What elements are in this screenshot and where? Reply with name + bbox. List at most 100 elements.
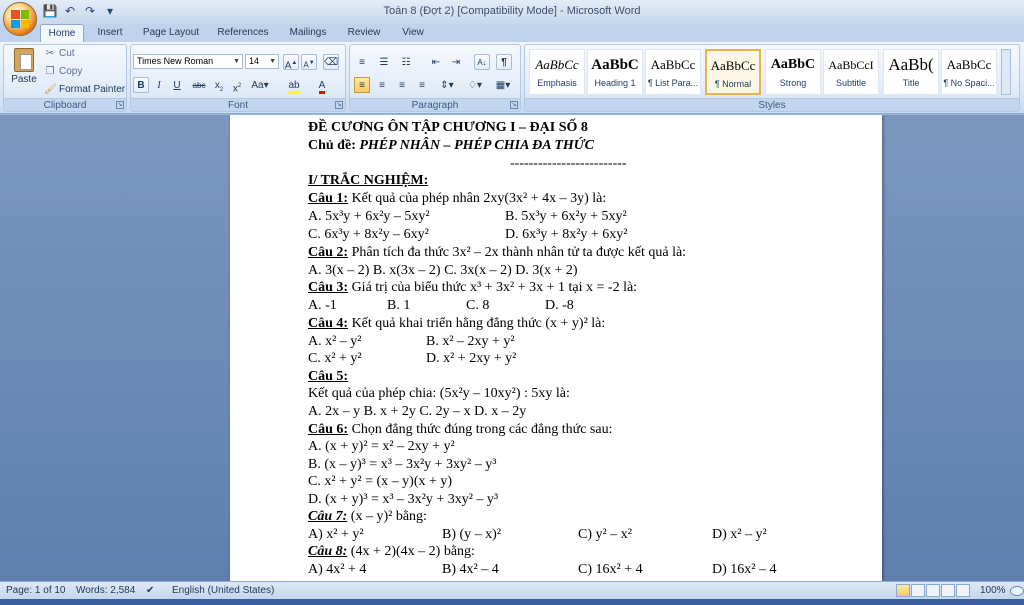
style-emphasis[interactable]: AaBbCc Emphasis [529,49,585,95]
styles-group-label: Styles [525,98,1019,111]
style-heading-1[interactable]: AaBbC Heading 1 [587,49,643,95]
style-no-spacing[interactable]: AaBbCc ¶ No Spaci... [941,49,997,95]
draft-icon[interactable] [956,584,970,597]
italic-button[interactable]: I [151,77,167,93]
title-bar: 💾 ↶ ↷ ▾ Toán 8 (Đợt 2) [Compatibility Mo… [0,0,1024,24]
font-launcher-icon[interactable]: ↘ [335,101,343,109]
paste-button[interactable]: Paste [10,48,38,96]
document-page[interactable]: ĐỀ CƯƠNG ÔN TẬP CHƯƠNG I – ĐẠI SỐ 8 Chủ … [230,115,882,581]
style-sample: AaBbCc [535,57,579,72]
style-name: ¶ No Spaci... [943,78,995,88]
status-bar: Page: 1 of 10 Words: 2,584 ✔ English (Un… [0,581,1024,599]
style-name: Strong [779,78,807,88]
styles-gallery-scroll[interactable] [1001,49,1011,95]
font-family-value: Times New Roman [137,56,214,66]
sort-icon[interactable]: A↓ [474,54,490,70]
tab-references[interactable]: References [212,24,274,42]
q5-options: A. 2x – y B. x + 2y C. 2y – x D. x – 2y [308,404,527,419]
font-family-dropdown[interactable]: Times New Roman ▼ [133,54,243,69]
highlighter-icon: ab [288,80,300,94]
superscript-button[interactable]: x2 [229,77,245,94]
tab-review[interactable]: Review [342,24,386,42]
decrease-indent-icon[interactable]: ⇤ [428,54,444,70]
question-text: Phân tích đa thức 3x² – 2x thành nhân tử… [348,245,687,260]
q6-option-a: A. (x + y)² = x² – 2xy + y² [308,439,455,454]
page-count[interactable]: Page: 1 of 10 [6,585,66,596]
style-subtitle[interactable]: AaBbCcI Subtitle [823,49,879,95]
proofing-icon[interactable]: ✔ [146,585,154,596]
paste-label: Paste [11,74,37,85]
print-layout-icon[interactable] [896,584,910,597]
style-sample: AaBbCc [946,57,992,72]
question-label: Câu 2: [308,245,349,260]
question-7: Câu 7: (x – y)² bằng: [308,508,427,525]
answer-option: B. 1 [387,298,411,313]
multilevel-list-icon[interactable]: ☷ [398,54,414,70]
subscript-button[interactable]: x2 [211,77,227,93]
question-text: Kết quả của phép nhân 2xy(3x² + 4x – 3y)… [348,191,607,206]
q6-option-d: D. (x + y)³ = x³ – 3x²y + 3xy² – y³ [308,492,499,507]
font-color-button[interactable]: A [311,77,333,94]
style-list-paragraph[interactable]: AaBbCc ¶ List Para... [645,49,701,95]
word-count[interactable]: Words: 2,584 [76,585,135,596]
chevron-down-icon: ▼ [233,58,240,65]
numbering-icon[interactable]: ☰ [376,54,392,70]
change-case-button[interactable]: Aa▾ [249,77,271,93]
paintbrush-icon: 🖌 [44,84,57,95]
font-size-dropdown[interactable]: 14 ▼ [245,54,279,69]
highlight-button[interactable]: ab [283,77,305,94]
tab-home[interactable]: Home [40,24,84,42]
web-layout-icon[interactable] [926,584,940,597]
style-strong[interactable]: AaBbC Strong [765,49,821,95]
document-area[interactable]: ĐỀ CƯƠNG ÔN TẬP CHƯƠNG I – ĐẠI SỐ 8 Chủ … [0,115,1024,581]
tab-mailings[interactable]: Mailings [282,24,334,42]
align-left-icon[interactable]: ≡ [354,77,370,93]
strikethrough-button[interactable]: abc [191,77,207,93]
language-indicator[interactable]: English (United States) [172,585,274,596]
answer-option: C. 8 [466,298,490,313]
grow-font-button[interactable]: A▲ [283,54,299,71]
copy-button[interactable]: ❐ Copy [44,66,83,77]
style-normal[interactable]: AaBbCc ¶ Normal [705,49,761,95]
bold-button[interactable]: B [133,77,149,93]
align-right-icon[interactable]: ≡ [394,77,410,93]
shading-icon[interactable]: ♢▾ [464,77,486,93]
show-formatting-marks-icon[interactable]: ¶ [496,54,512,70]
paragraph-launcher-icon[interactable]: ↘ [510,101,518,109]
justify-icon[interactable]: ≡ [414,77,430,93]
font-group-label: Font [131,98,345,111]
outline-icon[interactable] [941,584,955,597]
clear-formatting-button[interactable]: ⌫ [323,54,339,70]
question-label: Câu 6: [308,422,349,437]
clipboard-launcher-icon[interactable]: ↘ [116,101,124,109]
copy-icon: ❐ [45,66,55,77]
zoom-out-icon[interactable] [1010,586,1024,596]
answer-option: B. x² – 2xy + y² [426,334,515,349]
question-label: Câu 3: [308,280,349,295]
tab-view[interactable]: View [394,24,432,42]
answer-option: C) 16x² + 4 [578,562,643,577]
tab-insert[interactable]: Insert [90,24,130,42]
cut-button[interactable]: ✂ Cut [44,48,75,59]
full-screen-reading-icon[interactable] [911,584,925,597]
align-center-icon[interactable]: ≡ [374,77,390,93]
underline-button[interactable]: U [169,77,185,93]
format-painter-label: Format Painter [59,84,126,95]
line-spacing-icon[interactable]: ⇕▾ [436,77,458,93]
answer-option: A. x² – y² [308,334,362,349]
q2-options: A. 3(x – 2) B. x(3x – 2) C. 3x(x – 2) D.… [308,263,578,278]
answer-option: C) y² – x² [578,527,632,542]
zoom-level[interactable]: 100% [980,585,1006,596]
increase-indent-icon[interactable]: ⇥ [448,54,464,70]
style-title[interactable]: AaBb( Title [883,49,939,95]
question-5-label: Câu 5: [308,369,349,384]
bullets-icon[interactable]: ≡ [354,54,370,70]
shrink-font-button[interactable]: A▼ [301,54,317,70]
format-painter-button[interactable]: 🖌 Format Painter [44,84,125,95]
tab-page-layout[interactable]: Page Layout [138,24,204,42]
question-text: Giá trị của biểu thức x³ + 3x² + 3x + 1 … [348,280,638,295]
question-text: (4x + 2)(4x – 2) bằng: [347,544,475,559]
office-button[interactable] [3,2,37,36]
borders-icon[interactable]: ▦▾ [492,77,514,93]
question-label: Câu 4: [308,316,349,331]
